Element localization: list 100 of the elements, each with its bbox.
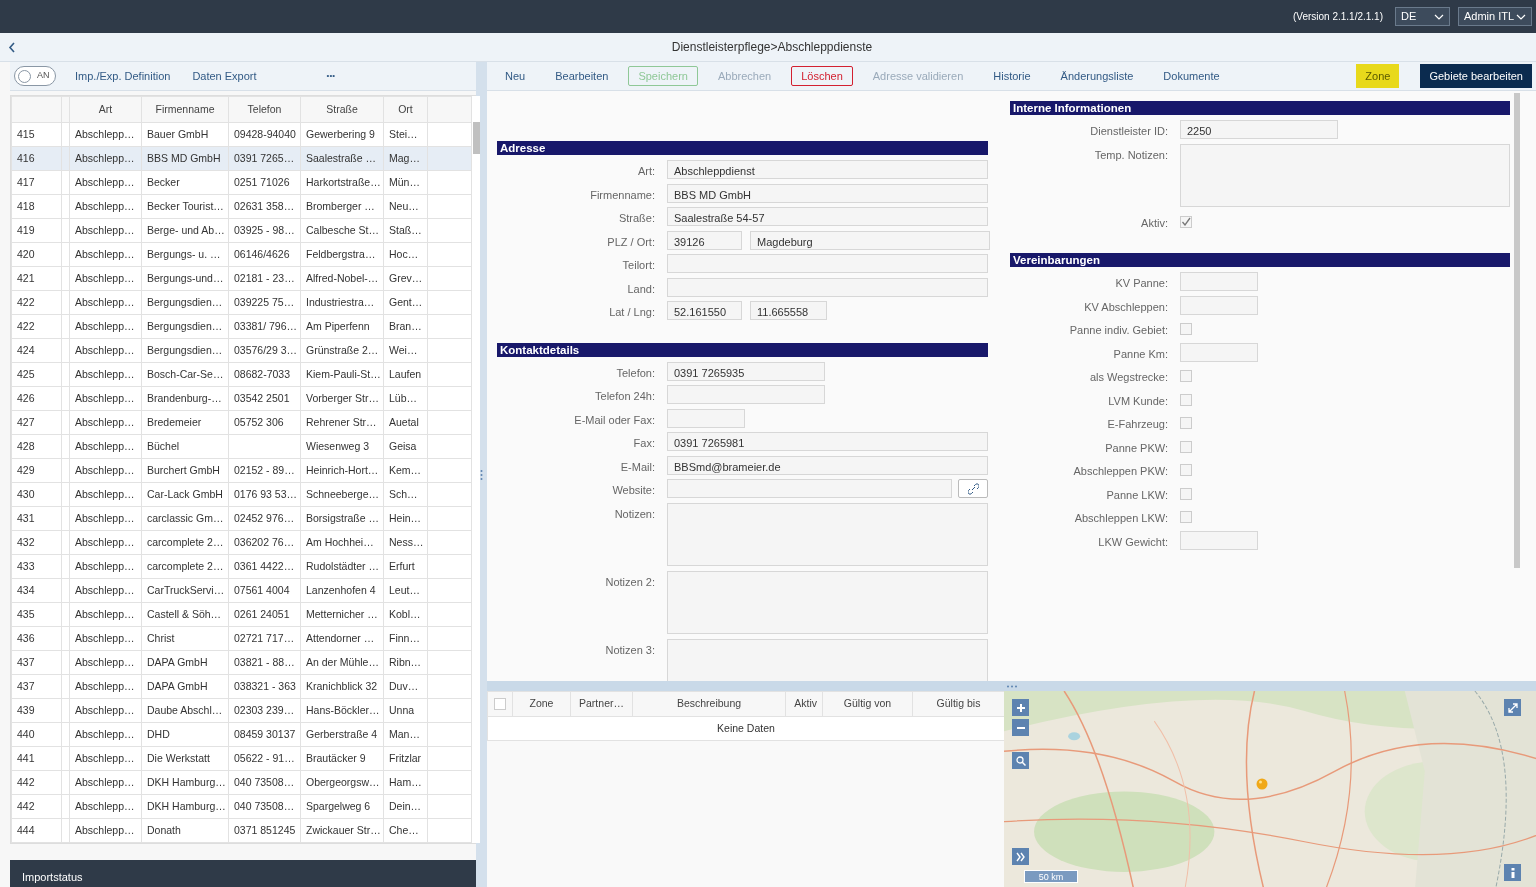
table-row[interactable]: 435 Abschlepp… Castell & Söh… 0261 24051 Metternicher … Kobl… [11, 602, 472, 627]
table-row[interactable]: 428 Abschlepp… Büchel Wiesenweg 3 Geisa [11, 434, 472, 459]
text-area[interactable] [1180, 143, 1510, 207]
table-row[interactable]: 419 Abschlepp… Berge- und Ab… 03925 - 98… Calbesche St… Staß… [11, 218, 472, 243]
table-row[interactable]: 422 Abschlepp… Bergungsdien… 039225 75… Industriestra… Gent… [11, 290, 472, 315]
toolbar-link[interactable]: Imp./Exp. Definition [64, 67, 182, 85]
table-row[interactable]: 429 Abschlepp… Burchert GmbH 02152 - 89… Heinrich-Hort… Kem… [11, 458, 472, 483]
link-button[interactable] [958, 479, 988, 498]
input-field[interactable]: 2250 [1180, 120, 1338, 139]
column-header[interactable]: Gültig bis [912, 691, 1005, 717]
checkbox[interactable] [1180, 487, 1192, 500]
column-header[interactable]: Partner… [570, 691, 633, 717]
back-icon[interactable] [8, 41, 16, 53]
toolbar-button[interactable]: Historie [983, 65, 1041, 87]
text-area[interactable] [667, 570, 988, 634]
table-row[interactable]: 437 Abschlepp… DAPA GmbH 03821 - 88… An der Mühle… Ribn… [11, 650, 472, 675]
input-field[interactable]: BBS MD GmbH [667, 183, 988, 203]
table-row[interactable]: 425 Abschlepp… Bosch-Car-Se… 08682-7033 Kiem-Pauli-St… Laufen [11, 362, 472, 387]
checkbox[interactable] [1180, 370, 1192, 382]
column-header[interactable]: Telefon [228, 96, 301, 123]
scrollbar-thumb[interactable] [473, 122, 480, 154]
table-row[interactable]: 431 Abschlepp… carclassic Gm… 02452 976… Borsigstraße … Hein… [11, 506, 472, 531]
toolbar-button[interactable]: Änderungsliste [1050, 65, 1144, 87]
action-button[interactable]: Zone [1356, 64, 1400, 88]
input-field[interactable]: Magdeburg [750, 230, 990, 250]
table-row[interactable]: 415 Abschlepp… Bauer GmbH 09428-94040 Gewerbering 9 Stei… [11, 122, 472, 147]
checkbox[interactable] [1180, 464, 1192, 476]
table-row[interactable]: 426 Abschlepp… Brandenburg-… 03542 2501 Vorberger Str… Lüb… [11, 386, 472, 411]
column-header[interactable]: Art [69, 96, 142, 123]
input-field[interactable] [1180, 295, 1258, 315]
column-header[interactable]: Straße [300, 96, 384, 123]
table-row[interactable]: 417 Abschlepp… Becker 0251 71026 Harkortstraße… Mün… [11, 170, 472, 195]
column-header[interactable]: Gültig von [822, 691, 913, 717]
forward-button[interactable] [1012, 848, 1029, 865]
table-row[interactable]: 427 Abschlepp… Bredemeier 05752 306 Rehrener Str… Auetal [11, 410, 472, 435]
input-field[interactable] [1180, 342, 1258, 362]
input-field[interactable]: BBSmd@brameier.de [667, 455, 988, 475]
input-field[interactable] [667, 385, 825, 404]
table-row[interactable]: 416 Abschlepp… BBS MD GmbH 0391 7265… Saalestraße … Mag… [11, 146, 472, 171]
table-row[interactable]: 422 Abschlepp… Bergungsdien… 03381/ 796… Am Piperfenn Bran… [11, 314, 472, 339]
more-button[interactable]: ••• [315, 70, 346, 82]
toolbar-button[interactable]: Löschen [791, 65, 853, 87]
zoom-in-button[interactable] [1012, 699, 1029, 716]
table-row[interactable]: 439 Abschlepp… Daube Abschl… 02303 239… Hans-Böckler… Unna [11, 698, 472, 723]
input-field[interactable] [667, 277, 988, 297]
toolbar-button[interactable]: Bearbeiten [545, 65, 619, 87]
input-field[interactable]: 11.665558 [750, 301, 827, 320]
checkbox[interactable] [1180, 511, 1192, 523]
input-field[interactable]: 0391 7265935 [667, 361, 825, 381]
table-row[interactable]: 437 Abschlepp… DAPA GmbH 038321 - 363 Kranichblick 32 Duv… [11, 674, 472, 699]
input-field[interactable] [1180, 530, 1258, 550]
splitter-handle-icon[interactable] [480, 468, 483, 481]
checkbox[interactable] [494, 698, 506, 710]
table-row[interactable]: 436 Abschlepp… Christ 02721 717… Attendorner … Finn… [11, 626, 472, 651]
table-row[interactable]: 444 Abschlepp… Donath 0371 851245 Zwickauer Str… Che… [11, 818, 472, 843]
input-field[interactable]: Abschleppdienst [667, 160, 988, 179]
checkbox[interactable] [1180, 323, 1192, 335]
splitter-handle-icon[interactable] [1005, 684, 1018, 688]
toolbar-button[interactable]: Dokumente [1153, 65, 1230, 87]
input-field[interactable] [667, 254, 988, 273]
table-row[interactable]: 441 Abschlepp… Die Werkstatt 05622 - 91… Brautäcker 9 Fritzlar [11, 746, 472, 771]
table-row[interactable]: 418 Abschlepp… Becker Tourist… 02631 358… Bromberger … Neu… [11, 194, 472, 219]
info-button[interactable] [1504, 864, 1521, 881]
table-row[interactable]: 442 Abschlepp… DKH Hamburg… 040 73508… Spargelweg 6 Dein… [11, 794, 472, 819]
column-header[interactable]: Ort [383, 96, 428, 123]
input-field[interactable] [1180, 272, 1258, 291]
table-row[interactable]: 420 Abschlepp… Bergungs- u. … 06146/4626 Feldbergstra… Hoc… [11, 242, 472, 267]
table-row[interactable]: 421 Abschlepp… Bergungs-und… 02181 - 23… Alfred-Nobel-… Grev… [11, 266, 472, 291]
table-row[interactable]: 432 Abschlepp… carcomplete 2… 036202 76… Am Hochhei… Ness… [11, 530, 472, 555]
toggle-switch[interactable]: AN [14, 66, 56, 86]
input-field[interactable]: 0391 7265981 [667, 432, 988, 451]
toolbar-button[interactable]: Neu [495, 65, 536, 87]
input-field[interactable] [667, 479, 952, 498]
input-field[interactable] [667, 408, 745, 428]
table-row[interactable]: 433 Abschlepp… carcomplete 2… 0361 4422… Rudolstädter … Erfurt [11, 554, 472, 579]
location-marker-icon[interactable] [1256, 778, 1268, 790]
zoom-out-button[interactable] [1012, 719, 1029, 736]
expand-button[interactable] [1504, 699, 1521, 716]
column-header[interactable]: Zone [512, 691, 571, 717]
action-button[interactable]: Gebiete bearbeiten [1420, 64, 1532, 88]
table-row[interactable]: 442 Abschlepp… DKH Hamburg… 040 73508… Obergeorgsw… Ham… [11, 770, 472, 795]
input-field[interactable]: 52.161550 [667, 301, 742, 320]
input-field[interactable]: Saalestraße 54-57 [667, 207, 988, 226]
checkbox[interactable] [1180, 393, 1192, 406]
checkbox[interactable] [1180, 440, 1192, 453]
user-dropdown[interactable]: Admin ITL [1458, 7, 1532, 26]
splitter-bar[interactable] [476, 62, 487, 887]
column-header[interactable]: Firmenname [141, 96, 229, 123]
checkbox[interactable] [1180, 215, 1192, 228]
table-row[interactable]: 434 Abschlepp… CarTruckServi… 07561 4004 Lanzenhofen 4 Leut… [11, 578, 472, 603]
language-dropdown[interactable]: DE [1395, 7, 1450, 26]
toolbar-link[interactable]: Daten Export [181, 67, 268, 85]
column-header[interactable]: Beschreibung [632, 691, 786, 717]
scrollbar-thumb[interactable] [1514, 93, 1520, 568]
column-header[interactable]: Aktiv [785, 691, 823, 717]
checkbox[interactable] [1180, 417, 1192, 429]
table-row[interactable]: 430 Abschlepp… Car-Lack GmbH 0176 93 53… Schneeberge… Sch… [11, 482, 472, 507]
table-row[interactable]: 440 Abschlepp… DHD 08459 30137 Gerberstraße 4 Man… [11, 722, 472, 747]
table-row[interactable]: 424 Abschlepp… Bergungsdien… 03576/29 3… Grünstraße 2… Wei… [11, 338, 472, 363]
splitter-bar[interactable] [487, 681, 1536, 691]
